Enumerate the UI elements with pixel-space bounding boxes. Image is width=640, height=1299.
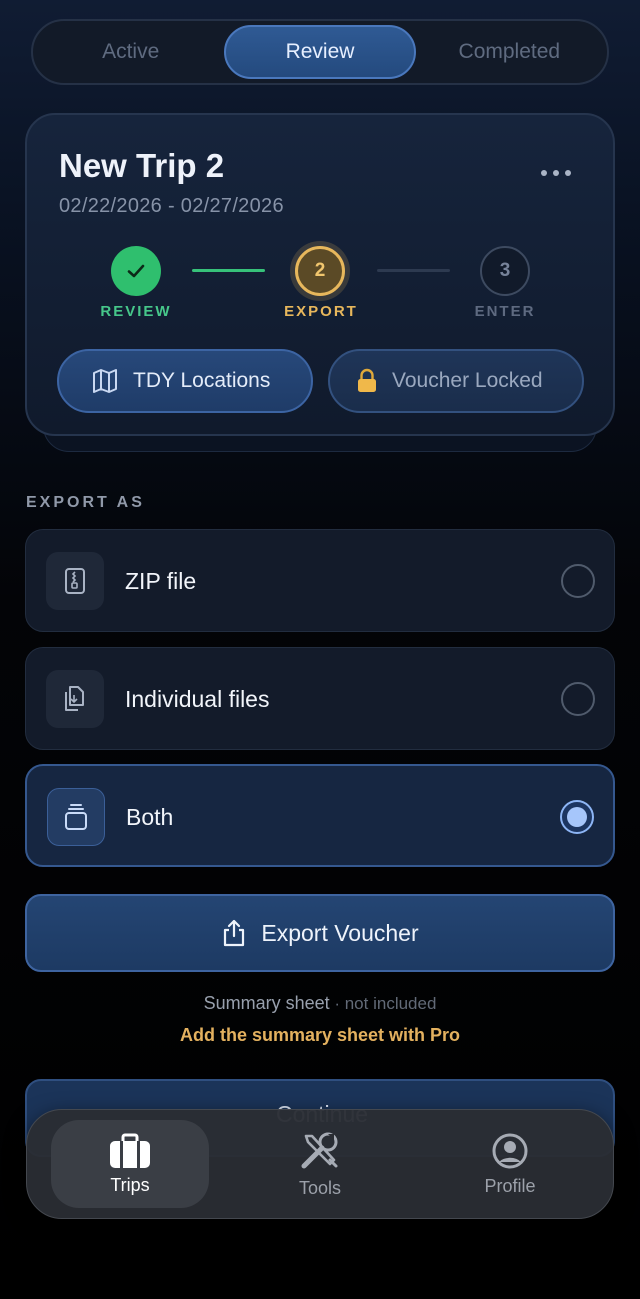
share-icon <box>224 919 245 947</box>
tab-completed[interactable]: Completed <box>416 25 603 79</box>
files-icon <box>46 670 104 728</box>
step-export-label: EXPORT <box>284 303 358 320</box>
ellipsis-icon[interactable] <box>541 163 571 183</box>
lock-icon <box>358 368 376 392</box>
both-label: Both <box>126 804 174 830</box>
both-radio[interactable] <box>560 800 594 834</box>
voucher-locked-label: Voucher Locked <box>392 369 543 392</box>
step-connector-pending <box>377 269 450 272</box>
step-enter-number: 3 <box>480 246 530 296</box>
tab-active[interactable]: Active <box>37 25 224 79</box>
zip-file-label: ZIP file <box>125 568 197 594</box>
summary-sheet-not-included: · not included <box>329 994 437 1013</box>
bottom-tab-bar: Trips Tools Profile <box>26 1109 614 1219</box>
tab-review[interactable]: Review <box>224 25 416 79</box>
trip-status-segmented-control: Active Review Completed <box>31 19 609 85</box>
tab-profile-label: Profile <box>484 1175 536 1196</box>
export-voucher-label: Export Voucher <box>261 919 419 946</box>
step-enter-label: ENTER <box>474 303 536 320</box>
trip-card[interactable]: New Trip 2 02/22/2026 - 02/27/2026 2 3 R… <box>25 113 615 436</box>
zip-file-icon <box>46 552 104 610</box>
tab-trips[interactable]: Trips <box>51 1120 209 1208</box>
add-summary-pro-link[interactable]: Add the summary sheet with Pro <box>0 1025 640 1046</box>
profile-icon <box>492 1133 528 1168</box>
export-option-both[interactable]: Both <box>25 764 615 867</box>
tdy-locations-button[interactable]: TDY Locations <box>57 349 313 413</box>
summary-sheet-status: Summary sheet · not included <box>0 993 640 1014</box>
tools-icon <box>301 1132 338 1168</box>
tab-tools-label: Tools <box>298 1177 342 1198</box>
export-option-individual[interactable]: Individual files <box>25 647 615 750</box>
step-review-label: REVIEW <box>100 303 172 320</box>
step-connector-complete <box>192 269 265 272</box>
summary-sheet-label: Summary sheet <box>203 993 330 1013</box>
step-export-number: 2 <box>295 246 345 296</box>
individual-files-label: Individual files <box>125 686 270 712</box>
trip-dates: 02/22/2026 - 02/27/2026 <box>59 195 284 217</box>
map-icon <box>93 369 117 393</box>
step-review-checkmark-icon <box>111 246 161 296</box>
tdy-locations-label: TDY Locations <box>133 369 271 392</box>
export-option-zip[interactable]: ZIP file <box>25 529 615 632</box>
export-voucher-button[interactable]: Export Voucher <box>25 894 615 972</box>
trip-title: New Trip 2 <box>59 147 225 184</box>
voucher-locked-button[interactable]: Voucher Locked <box>328 349 584 413</box>
tab-profile[interactable]: Profile <box>431 1120 589 1208</box>
tab-trips-label: Trips <box>110 1174 150 1195</box>
stack-icon <box>47 788 105 846</box>
export-as-heading: EXPORT AS <box>26 494 145 511</box>
tab-tools[interactable]: Tools <box>241 1120 399 1208</box>
zip-file-radio[interactable] <box>561 564 595 598</box>
briefcase-icon <box>110 1133 150 1168</box>
individual-files-radio[interactable] <box>561 682 595 716</box>
